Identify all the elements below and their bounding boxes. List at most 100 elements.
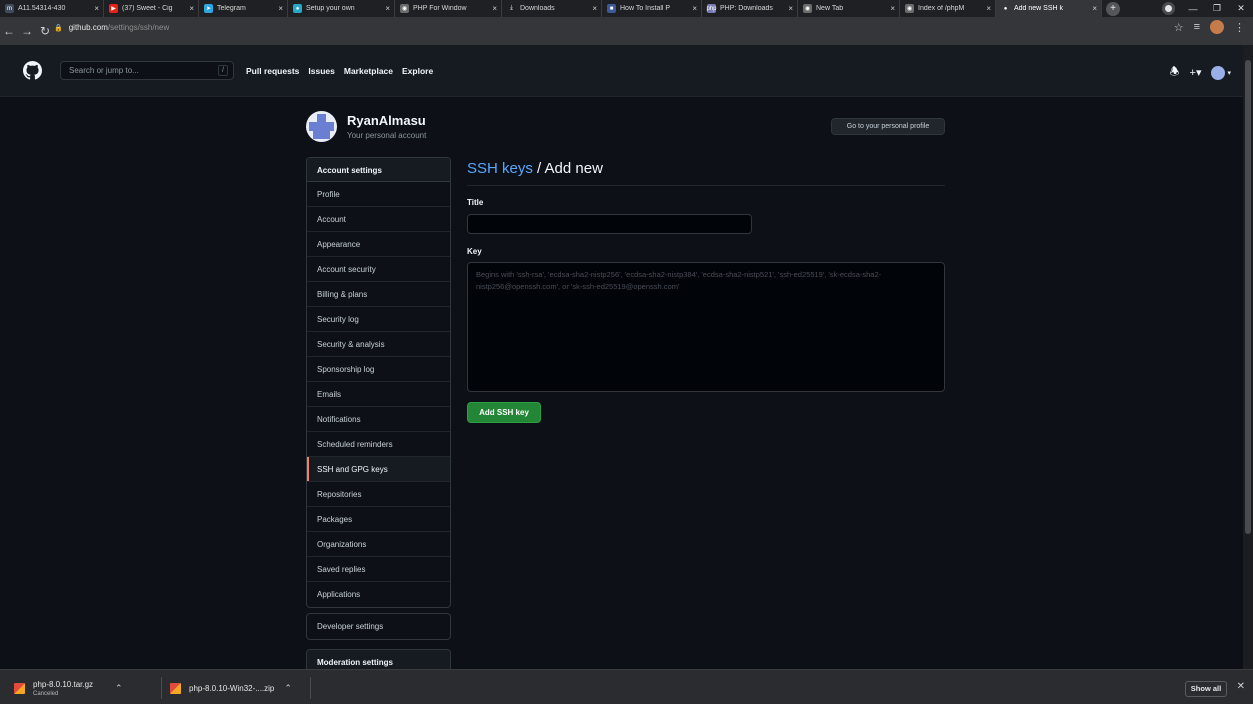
browser-tab[interactable]: php PHP: Downloads × — [702, 0, 798, 17]
chevron-down-icon: ▾ — [1227, 69, 1231, 77]
reload-icon[interactable]: ↻ — [36, 24, 54, 38]
tab-favicon-icon: m — [5, 4, 14, 13]
sidebar-item-security-analysis[interactable]: Security & analysis — [307, 332, 450, 357]
tab-close-icon[interactable]: × — [94, 4, 99, 13]
bookmark-star-icon[interactable]: ☆ — [1174, 21, 1184, 34]
sidebar-item-emails[interactable]: Emails — [307, 382, 450, 407]
toolbar-right: ☆ ≡ ⋮ — [1174, 20, 1245, 34]
bell-icon[interactable]: 🕭 — [1170, 63, 1180, 82]
tab-close-icon[interactable]: × — [692, 4, 697, 13]
download-separator — [310, 677, 311, 699]
add-ssh-key-button[interactable]: Add SSH key — [467, 402, 541, 423]
browser-tab[interactable]: ◉ New Tab × — [798, 0, 900, 17]
tab-close-icon[interactable]: × — [592, 4, 597, 13]
tab-close-icon[interactable]: × — [890, 4, 895, 13]
tab-close-icon[interactable]: × — [385, 4, 390, 13]
show-all-button[interactable]: Show all — [1185, 681, 1227, 697]
nav-marketplace[interactable]: Marketplace — [344, 66, 393, 76]
nav-pull-requests[interactable]: Pull requests — [246, 66, 299, 76]
go-to-profile-button[interactable]: Go to your personal profile — [831, 118, 945, 135]
tab-favicon-icon: ⤓ — [507, 4, 516, 13]
browser-window: m A11.54314-430 × ▶ (37) Sweet - Cig × ➤ Telegr… — [0, 0, 1253, 704]
tab-favicon-icon: ◉ — [905, 4, 914, 13]
download-separator — [161, 677, 162, 699]
browser-tab[interactable]: ▶ (37) Sweet - Cig × — [104, 0, 199, 17]
sidebar-item-applications[interactable]: Applications — [307, 582, 450, 607]
tab-title: Telegram — [217, 5, 246, 12]
archive-file-icon — [170, 682, 181, 694]
tab-close-icon[interactable]: × — [986, 4, 991, 13]
new-tab-icon[interactable]: + — [1106, 1, 1120, 16]
scrollbar-thumb[interactable] — [1245, 60, 1251, 534]
download-item[interactable]: php-8.0.10.tar.gz Canceled ⌃ — [14, 678, 123, 698]
download-filename: php-8.0.10.tar.gz — [33, 679, 94, 689]
tab-favicon-icon: ■ — [607, 4, 616, 13]
close-window-icon[interactable]: ✕ — [1229, 0, 1253, 17]
browser-tab[interactable]: ■ How To Install P × — [602, 0, 702, 17]
browser-tab[interactable]: ● Add new SSH k × — [996, 0, 1102, 17]
sidebar-item-repositories[interactable]: Repositories — [307, 482, 450, 507]
archive-file-icon — [14, 682, 25, 694]
github-logo-icon[interactable] — [23, 61, 42, 80]
tab-close-icon[interactable]: × — [278, 4, 283, 13]
sidebar-item-account[interactable]: Account — [307, 207, 450, 232]
browser-tab[interactable]: m A11.54314-430 × — [0, 0, 104, 17]
sidebar-item-packages[interactable]: Packages — [307, 507, 450, 532]
profile-subtitle: Your personal account — [347, 131, 427, 140]
reading-list-icon[interactable]: ≡ — [1194, 21, 1200, 33]
sidebar-item-billing-plans[interactable]: Billing & plans — [307, 282, 450, 307]
sidebar-item-security-log[interactable]: Security log — [307, 307, 450, 332]
key-textarea[interactable]: Begins with 'ssh-rsa', 'ecdsa-sha2-nistp… — [467, 262, 945, 392]
download-item[interactable]: php-8.0.10-Win32-....zip ⌃ — [170, 678, 292, 698]
chrome-menu-icon[interactable]: ⋮ — [1234, 21, 1245, 34]
sidebar-item-notifications[interactable]: Notifications — [307, 407, 450, 432]
account-settings-heading: Account settings — [307, 158, 450, 182]
ssh-keys-link[interactable]: SSH keys — [467, 160, 533, 177]
chevron-up-icon[interactable]: ⌃ — [284, 683, 292, 694]
tab-strip: m A11.54314-430 × ▶ (37) Sweet - Cig × ➤ Telegr… — [0, 0, 1253, 17]
plus-dropdown-icon[interactable]: +▾ — [1190, 66, 1202, 79]
nav-issues[interactable]: Issues — [308, 66, 334, 76]
browser-profile-icon[interactable] — [1162, 2, 1175, 15]
tab-close-icon[interactable]: × — [492, 4, 497, 13]
chevron-up-icon[interactable]: ⌃ — [115, 683, 123, 694]
profile-summary: RyanAlmasu Your personal account — [306, 111, 426, 142]
title-input[interactable] — [467, 214, 752, 234]
user-menu[interactable]: ▾ — [1211, 65, 1231, 80]
browser-tab[interactable]: ◉ Index of /phpM × — [900, 0, 996, 17]
nav-explore[interactable]: Explore — [402, 66, 433, 76]
tab-close-icon[interactable]: × — [1092, 4, 1097, 13]
browser-tab[interactable]: ◉ PHP For Window × — [395, 0, 502, 17]
browser-tab[interactable]: ⤓ Downloads × — [502, 0, 602, 17]
sidebar-item-ssh-and-gpg-keys[interactable]: SSH and GPG keys — [307, 457, 450, 482]
tab-title: Downloads — [520, 5, 555, 12]
sidebar-item-saved-replies[interactable]: Saved replies — [307, 557, 450, 582]
browser-tab[interactable]: ➤ Telegram × — [199, 0, 288, 17]
sidebar-item-account-security[interactable]: Account security — [307, 257, 450, 282]
browser-tab[interactable]: ● Setup your own × — [288, 0, 395, 17]
profile-username[interactable]: RyanAlmasu — [347, 113, 426, 128]
sidebar-item-developer-settings[interactable]: Developer settings — [307, 614, 450, 639]
sidebar-item-appearance[interactable]: Appearance — [307, 232, 450, 257]
title-label: Title — [467, 198, 484, 207]
sidebar-item-organizations[interactable]: Organizations — [307, 532, 450, 557]
restore-icon[interactable]: ❐ — [1205, 0, 1229, 17]
url-field[interactable]: 🔒 github.com /settings/ssh/new — [54, 21, 1184, 34]
moderation-settings-heading[interactable]: Moderation settings — [307, 650, 450, 669]
search-input[interactable]: Search or jump to... / — [60, 61, 234, 80]
forward-icon[interactable]: → — [18, 24, 36, 38]
sidebar-item-scheduled-reminders[interactable]: Scheduled reminders — [307, 432, 450, 457]
back-icon[interactable]: ← — [0, 24, 18, 38]
minimize-icon[interactable]: — — [1181, 0, 1205, 17]
sidebar-item-sponsorship-log[interactable]: Sponsorship log — [307, 357, 450, 382]
chrome-avatar[interactable] — [1210, 20, 1224, 34]
tab-favicon-icon: ● — [1001, 4, 1010, 13]
slash-shortcut-icon: / — [218, 65, 228, 76]
header-right: 🕭 +▾ ▾ — [1170, 63, 1231, 82]
moderation-settings-menu: Moderation settings — [306, 649, 451, 669]
tab-close-icon[interactable]: × — [788, 4, 793, 13]
tab-close-icon[interactable]: × — [189, 4, 194, 13]
sidebar-item-profile[interactable]: Profile — [307, 182, 450, 207]
close-icon[interactable]: ✕ — [1237, 681, 1245, 692]
url-host: github.com — [68, 23, 108, 32]
